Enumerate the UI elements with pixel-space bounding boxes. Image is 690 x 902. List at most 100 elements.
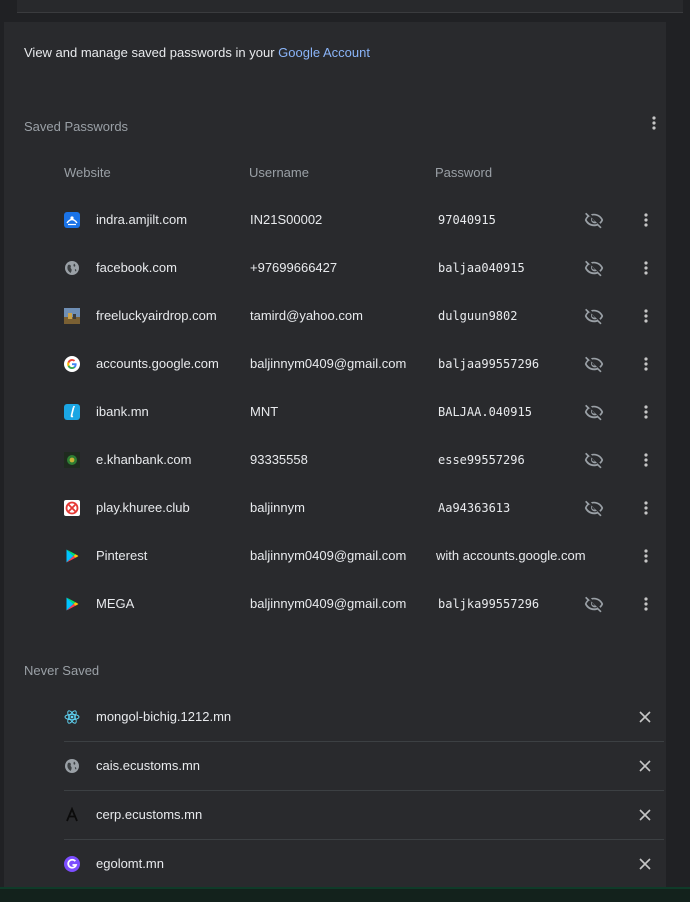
row-more-actions-button[interactable] [638, 356, 654, 372]
never-saved-website: mongol-bichig.1212.mn [96, 709, 232, 724]
close-icon [639, 711, 651, 723]
row-more-actions-button[interactable] [638, 548, 654, 564]
row-password: with accounts.google.com [436, 548, 586, 563]
row-username: baljinnym0409@gmail.com [250, 596, 407, 611]
row-website[interactable]: facebook.com [96, 260, 177, 275]
row-password: baljaa040915 [438, 261, 525, 275]
more-vert-icon [644, 261, 648, 275]
password-row: play.khuree.club baljinnym Aa94363613 [0, 484, 666, 532]
visibility-off-icon [584, 452, 604, 469]
toggle-password-visibility-button[interactable] [584, 306, 604, 326]
row-website[interactable]: indra.amjilt.com [96, 212, 187, 227]
saved-passwords-menu-button[interactable] [646, 115, 662, 131]
password-row: facebook.com +97699666427 baljaa040915 [0, 244, 666, 292]
never-saved-website: cerp.ecustoms.mn [96, 807, 203, 822]
visibility-off-icon [584, 404, 604, 421]
visibility-off-icon [584, 308, 604, 325]
khuree-icon [64, 500, 80, 516]
row-website[interactable]: accounts.google.com [96, 356, 219, 371]
password-row: e.khanbank.com 93335558 esse99557296 [0, 436, 666, 484]
row-username: baljinnym [250, 500, 305, 515]
column-header-username: Username [249, 165, 309, 180]
toggle-password-visibility-button[interactable] [584, 450, 604, 470]
never-saved-website: egolomt.mn [96, 856, 164, 871]
more-vert-icon [644, 309, 648, 323]
row-more-actions-button[interactable] [638, 500, 654, 516]
row-more-actions-button[interactable] [638, 308, 654, 324]
visibility-off-icon [584, 212, 604, 229]
more-vert-icon [644, 213, 648, 227]
visibility-off-icon [584, 356, 604, 373]
remove-exception-button[interactable] [637, 856, 653, 872]
intro-text: View and manage saved passwords in your … [24, 45, 370, 60]
row-username: baljinnym0409@gmail.com [250, 356, 407, 371]
close-icon [639, 760, 651, 772]
ibank-icon [64, 404, 80, 420]
password-row: indra.amjilt.com IN21S00002 97040915 [0, 196, 666, 244]
toggle-password-visibility-button[interactable] [584, 594, 604, 614]
visibility-off-icon [584, 500, 604, 517]
row-more-actions-button[interactable] [638, 404, 654, 420]
row-more-actions-button[interactable] [638, 452, 654, 468]
password-row: ibank.mn MNT BALJAA.040915 [0, 388, 666, 436]
password-row: Pinterest baljinnym0409@gmail.com with acc… [0, 532, 666, 580]
remove-exception-button[interactable] [637, 807, 653, 823]
never-saved-title: Never Saved [24, 663, 100, 678]
google-icon [64, 356, 80, 372]
never-saved-row: cerp.ecustoms.mn [0, 791, 666, 840]
visibility-off-icon [584, 596, 604, 613]
close-icon [639, 858, 651, 870]
khanbank-icon [64, 452, 80, 468]
row-password: esse99557296 [438, 453, 525, 467]
row-more-actions-button[interactable] [638, 212, 654, 228]
row-username: 93335558 [250, 452, 308, 467]
row-password: baljaa99557296 [438, 357, 540, 371]
close-icon [639, 809, 651, 821]
row-more-actions-button[interactable] [638, 260, 654, 276]
row-website[interactable]: ibank.mn [96, 404, 149, 419]
golomt-icon [64, 856, 80, 872]
globe-icon [64, 758, 80, 774]
remove-exception-button[interactable] [637, 709, 653, 725]
password-row: accounts.google.com baljinnym0409@gmail.c… [0, 340, 666, 388]
row-more-actions-button[interactable] [638, 596, 654, 612]
row-website[interactable]: e.khanbank.com [96, 452, 191, 467]
more-vert-icon [644, 357, 648, 371]
never-saved-row: mongol-bichig.1212.mn [0, 693, 666, 742]
play-store-icon [64, 548, 80, 564]
row-username: +97699666427 [250, 260, 338, 275]
play-store-icon [64, 596, 80, 612]
more-vert-icon [644, 453, 648, 467]
globe-icon [64, 260, 80, 276]
toggle-password-visibility-button[interactable] [584, 258, 604, 278]
google-account-link[interactable]: Google Account [278, 45, 370, 60]
row-password: baljka99557296 [438, 597, 540, 611]
remove-exception-button[interactable] [637, 758, 653, 774]
more-vert-icon [644, 549, 648, 563]
more-vert-icon [644, 501, 648, 515]
row-password: 97040915 [438, 213, 496, 227]
toggle-password-visibility-button[interactable] [584, 354, 604, 374]
password-row: MEGA baljinnym0409@gmail.com baljka9955729… [0, 580, 666, 628]
more-vert-icon [644, 597, 648, 611]
row-website[interactable]: Pinterest [96, 548, 147, 563]
row-website[interactable]: freeluckyairdrop.com [96, 308, 217, 323]
toggle-password-visibility-button[interactable] [584, 498, 604, 518]
react-icon [64, 709, 80, 725]
row-website[interactable]: MEGA [96, 596, 134, 611]
visibility-off-icon [584, 260, 604, 277]
game-thumbnail-icon [64, 308, 80, 324]
indra-icon [64, 212, 80, 228]
row-username: IN21S00002 [250, 212, 323, 227]
row-username: MNT [250, 404, 279, 419]
row-username: baljinnym0409@gmail.com [250, 548, 407, 563]
toggle-password-visibility-button[interactable] [584, 210, 604, 230]
previous-section-edge [17, 0, 683, 13]
row-website[interactable]: play.khuree.club [96, 500, 190, 515]
top-strip [0, 0, 690, 22]
toggle-password-visibility-button[interactable] [584, 402, 604, 422]
cerp-logo-icon [64, 806, 80, 823]
bottom-strip [0, 887, 690, 902]
never-saved-website: cais.ecustoms.mn [96, 758, 201, 773]
row-password: dulguun9802 [438, 309, 518, 323]
